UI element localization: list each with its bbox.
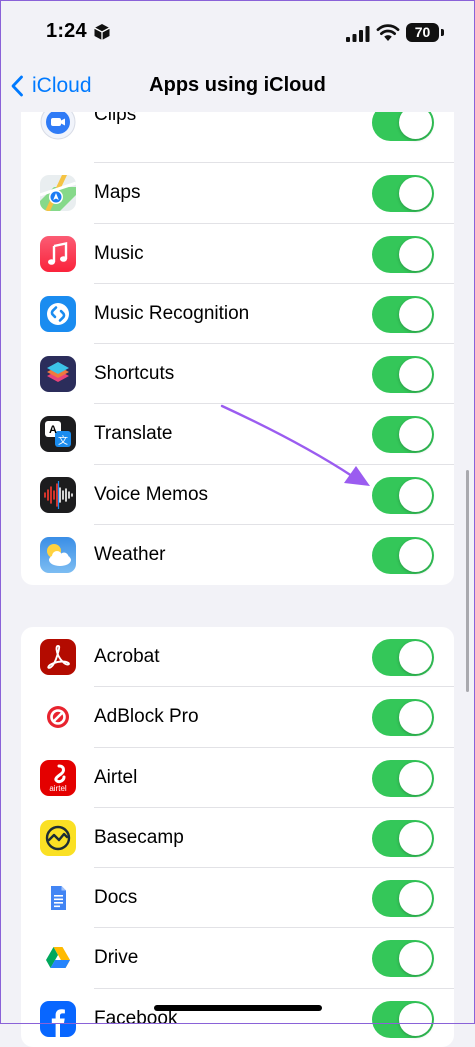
translate-toggle[interactable] — [372, 416, 434, 454]
list-item: A文 Translate — [21, 404, 454, 465]
status-bar: 1:24 70 — [0, 0, 475, 60]
acrobat-icon — [40, 639, 76, 675]
adblock-pro-toggle[interactable] — [372, 699, 434, 737]
airtel-icon: airtel — [40, 759, 76, 796]
list-item: Music Recognition — [21, 284, 454, 345]
toggle-knob — [399, 539, 432, 573]
list-item: airtel Airtel — [21, 748, 454, 808]
scrollbar[interactable] — [466, 470, 469, 692]
music-recognition-toggle[interactable] — [372, 295, 434, 333]
acrobat-toggle[interactable] — [372, 639, 434, 676]
row-label: Shortcuts — [94, 363, 175, 385]
drive-icon — [40, 940, 76, 977]
translate-glyph-a: A — [49, 424, 57, 436]
wifi-icon — [376, 24, 400, 41]
shazam-icon — [40, 295, 76, 332]
row-label: Music Recognition — [94, 302, 250, 324]
page-title: Apps using iCloud — [149, 74, 326, 96]
list-item: AdBlock Pro — [21, 687, 454, 748]
maps-toggle[interactable] — [372, 175, 434, 213]
list-item: Shortcuts — [21, 344, 454, 405]
row-label: Music — [94, 242, 144, 264]
facebook-icon — [40, 1000, 76, 1037]
list-item: Acrobat — [21, 627, 454, 688]
list-item: Docs — [21, 868, 454, 929]
music-icon — [40, 235, 76, 272]
voice-memos-toggle[interactable] — [372, 476, 434, 514]
list-item: Basecamp — [21, 808, 454, 869]
facebook-toggle[interactable] — [372, 1000, 434, 1038]
toggle-knob — [399, 177, 432, 211]
battery-indicator: 70 — [406, 23, 439, 42]
shortcuts-icon — [40, 356, 76, 393]
list-item: Weather — [21, 525, 454, 585]
row-label: Translate — [94, 423, 173, 445]
toggle-knob — [399, 761, 432, 795]
docs-icon — [40, 880, 76, 917]
navigation-bar: iCloud Apps using iCloud — [0, 60, 475, 112]
toggle-knob — [399, 1002, 432, 1036]
toggle-knob — [399, 418, 432, 452]
row-label: Weather — [94, 544, 166, 566]
status-time: 1:24 — [46, 20, 87, 42]
row-label: Facebook — [94, 1007, 178, 1029]
toggle-knob — [399, 701, 432, 735]
toggle-knob — [399, 942, 432, 976]
row-label: Drive — [94, 947, 139, 969]
translate-glyph-b: 文 — [58, 434, 68, 447]
basecamp-toggle[interactable] — [372, 819, 434, 857]
home-indicator[interactable] — [154, 1005, 322, 1011]
music-toggle[interactable] — [372, 235, 434, 273]
weather-icon — [40, 537, 76, 574]
battery-level: 70 — [414, 24, 431, 40]
adblock-icon — [40, 699, 76, 736]
drive-toggle[interactable] — [372, 940, 434, 978]
translate-icon: A文 — [40, 416, 76, 453]
basecamp-icon — [40, 819, 76, 856]
toggle-knob — [399, 297, 432, 331]
row-label: Basecamp — [94, 826, 184, 848]
battery-cap — [441, 29, 444, 36]
toggle-knob — [399, 358, 432, 392]
list-item: Facebook — [21, 989, 454, 1047]
shortcuts-toggle[interactable] — [372, 356, 434, 394]
row-label: Voice Memos — [94, 483, 209, 505]
row-label: Airtel — [94, 766, 138, 788]
list-item: Drive — [21, 928, 454, 989]
maps-icon — [40, 175, 76, 212]
row-label: Docs — [94, 887, 138, 909]
toggle-knob — [399, 882, 432, 916]
row-label: AdBlock Pro — [94, 706, 199, 728]
list-item: Maps — [21, 163, 454, 224]
docs-toggle[interactable] — [372, 880, 434, 918]
cube-icon — [94, 24, 110, 40]
list-item: Music — [21, 224, 454, 284]
toggle-knob — [399, 478, 432, 512]
list-item: Voice Memos — [21, 465, 454, 526]
toggle-knob — [399, 237, 432, 271]
cellular-signal-icon — [346, 26, 370, 42]
voice-memos-icon — [40, 476, 76, 513]
third-party-apps-group: Acrobat AdBlock Pro airtel Airtel Baseca… — [21, 627, 454, 1047]
weather-toggle[interactable] — [372, 537, 434, 575]
row-label: Maps — [94, 182, 141, 204]
row-label: Acrobat — [94, 646, 160, 667]
apple-apps-group: Clips Maps Music Music Recognition Short… — [21, 103, 454, 585]
airtel-toggle[interactable] — [372, 759, 434, 797]
toggle-knob — [399, 641, 432, 674]
toggle-knob — [399, 821, 432, 855]
list-item: Clips — [21, 103, 454, 164]
airtel-wordmark: airtel — [49, 784, 67, 793]
